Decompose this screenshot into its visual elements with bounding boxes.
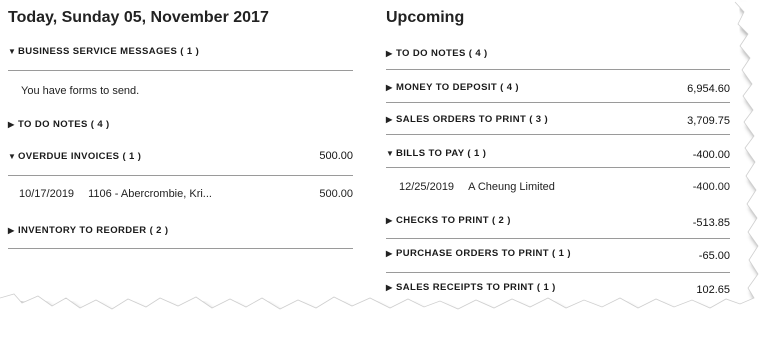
- money-to-deposit-amount: 6,954.60: [687, 83, 730, 95]
- purchase-orders-amount: -65.00: [698, 250, 730, 262]
- collapsed-arrow-icon: ▶: [386, 282, 393, 292]
- bill-vendor: A Cheung Limited: [468, 181, 555, 193]
- purchase-orders-section: ▶ PURCHASE ORDERS TO PRINT ( 1 ) -65.00: [386, 239, 730, 273]
- overdue-invoices-label: OVERDUE INVOICES ( 1 ): [18, 150, 142, 162]
- upcoming-panel: Upcoming ▶ TO DO NOTES ( 4 ) ▶ MONEY TO …: [386, 0, 730, 307]
- money-to-deposit-header[interactable]: ▶ MONEY TO DEPOSIT ( 4 ) 6,954.60: [386, 81, 730, 96]
- today-todo-section: ▶ TO DO NOTES ( 4 ): [8, 110, 353, 144]
- upcoming-title: Upcoming: [386, 9, 465, 26]
- overdue-invoice-row[interactable]: 10/17/2019 1106 - Abercrombie, Kri... 50…: [8, 176, 353, 215]
- business-service-messages-section: ▼ BUSINESS SERVICE MESSAGES ( 1 ): [8, 32, 353, 71]
- business-service-messages-label: BUSINESS SERVICE MESSAGES ( 1 ): [18, 46, 200, 57]
- overdue-invoices-header[interactable]: ▼ OVERDUE INVOICES ( 1 ) 500.00: [8, 150, 353, 162]
- collapsed-arrow-icon: ▶: [386, 248, 393, 258]
- today-title: Today, Sunday 05, November 2017: [8, 9, 269, 26]
- bill-amount: -400.00: [692, 181, 730, 193]
- inventory-reorder-header[interactable]: ▶ INVENTORY TO REORDER ( 2 ): [8, 225, 353, 236]
- collapsed-arrow-icon: ▶: [386, 49, 393, 58]
- bills-to-pay-amount: -400.00: [692, 149, 730, 161]
- checks-to-print-label: CHECKS TO PRINT ( 2 ): [396, 214, 511, 226]
- today-panel: Today, Sunday 05, November 2017 ▼ BUSINE…: [8, 0, 353, 249]
- sales-orders-header[interactable]: ▶ SALES ORDERS TO PRINT ( 3 ) 3,709.75: [386, 113, 730, 128]
- purchase-orders-label: PURCHASE ORDERS TO PRINT ( 1 ): [396, 247, 571, 259]
- overdue-invoice-date: 10/17/2019: [19, 188, 75, 200]
- expanded-arrow-icon: ▼: [8, 151, 17, 161]
- sales-receipts-amount: 102.65: [696, 284, 730, 296]
- bill-row-content: 12/25/2019 A Cheung Limited -400.00: [386, 181, 730, 193]
- overdue-invoices-amount: 500.00: [319, 150, 353, 162]
- upcoming-todo-section: ▶ TO DO NOTES ( 4 ): [386, 32, 730, 70]
- overdue-invoice-customer: 1106 - Abercrombie, Kri...: [88, 188, 212, 200]
- collapsed-arrow-icon: ▶: [386, 215, 393, 225]
- collapsed-arrow-icon: ▶: [386, 82, 393, 92]
- expanded-arrow-icon: ▼: [8, 47, 17, 56]
- overdue-invoices-section: ▼ OVERDUE INVOICES ( 1 ) 500.00: [8, 144, 353, 176]
- bills-to-pay-section: ▼ BILLS TO PAY ( 1 ) -400.00: [386, 135, 730, 168]
- checks-to-print-section: ▶ CHECKS TO PRINT ( 2 ) -513.85: [386, 206, 730, 239]
- bills-to-pay-header[interactable]: ▼ BILLS TO PAY ( 1 ) -400.00: [386, 147, 730, 162]
- collapsed-arrow-icon: ▶: [8, 226, 15, 235]
- checks-to-print-header[interactable]: ▶ CHECKS TO PRINT ( 2 ) -513.85: [386, 214, 730, 230]
- bills-to-pay-label: BILLS TO PAY ( 1 ): [396, 147, 487, 159]
- money-to-deposit-label: MONEY TO DEPOSIT ( 4 ): [396, 81, 519, 93]
- business-message-text: You have forms to send.: [21, 85, 140, 97]
- overdue-invoice-row-content: 10/17/2019 1106 - Abercrombie, Kri... 50…: [8, 188, 353, 200]
- sales-orders-label: SALES ORDERS TO PRINT ( 3 ): [396, 113, 549, 125]
- bill-date: 12/25/2019: [399, 181, 455, 193]
- sales-orders-section: ▶ SALES ORDERS TO PRINT ( 3 ) 3,709.75: [386, 103, 730, 135]
- expanded-arrow-icon: ▼: [386, 148, 395, 158]
- inventory-reorder-label: INVENTORY TO REORDER ( 2 ): [18, 225, 169, 236]
- today-todo-label: TO DO NOTES ( 4 ): [18, 119, 110, 130]
- purchase-orders-header[interactable]: ▶ PURCHASE ORDERS TO PRINT ( 1 ) -65.00: [386, 247, 730, 263]
- checks-to-print-amount: -513.85: [692, 217, 730, 229]
- sales-receipts-section: ▶ SALES RECEIPTS TO PRINT ( 1 ) 102.65: [386, 273, 730, 307]
- sales-orders-amount: 3,709.75: [687, 115, 730, 127]
- business-message-row: You have forms to send.: [8, 71, 353, 110]
- upcoming-todo-header[interactable]: ▶ TO DO NOTES ( 4 ): [386, 48, 730, 59]
- sales-receipts-label: SALES RECEIPTS TO PRINT ( 1 ): [396, 281, 556, 293]
- collapsed-arrow-icon: ▶: [8, 120, 15, 129]
- overdue-invoice-amount: 500.00: [319, 188, 353, 200]
- money-to-deposit-section: ▶ MONEY TO DEPOSIT ( 4 ) 6,954.60: [386, 70, 730, 103]
- collapsed-arrow-icon: ▶: [386, 114, 393, 124]
- upcoming-todo-label: TO DO NOTES ( 4 ): [396, 48, 488, 59]
- bill-row[interactable]: 12/25/2019 A Cheung Limited -400.00: [386, 168, 730, 206]
- business-service-messages-header[interactable]: ▼ BUSINESS SERVICE MESSAGES ( 1 ): [8, 46, 353, 57]
- sales-receipts-header[interactable]: ▶ SALES RECEIPTS TO PRINT ( 1 ) 102.65: [386, 281, 730, 297]
- today-todo-header[interactable]: ▶ TO DO NOTES ( 4 ): [8, 119, 353, 130]
- inventory-reorder-section: ▶ INVENTORY TO REORDER ( 2 ): [8, 215, 353, 249]
